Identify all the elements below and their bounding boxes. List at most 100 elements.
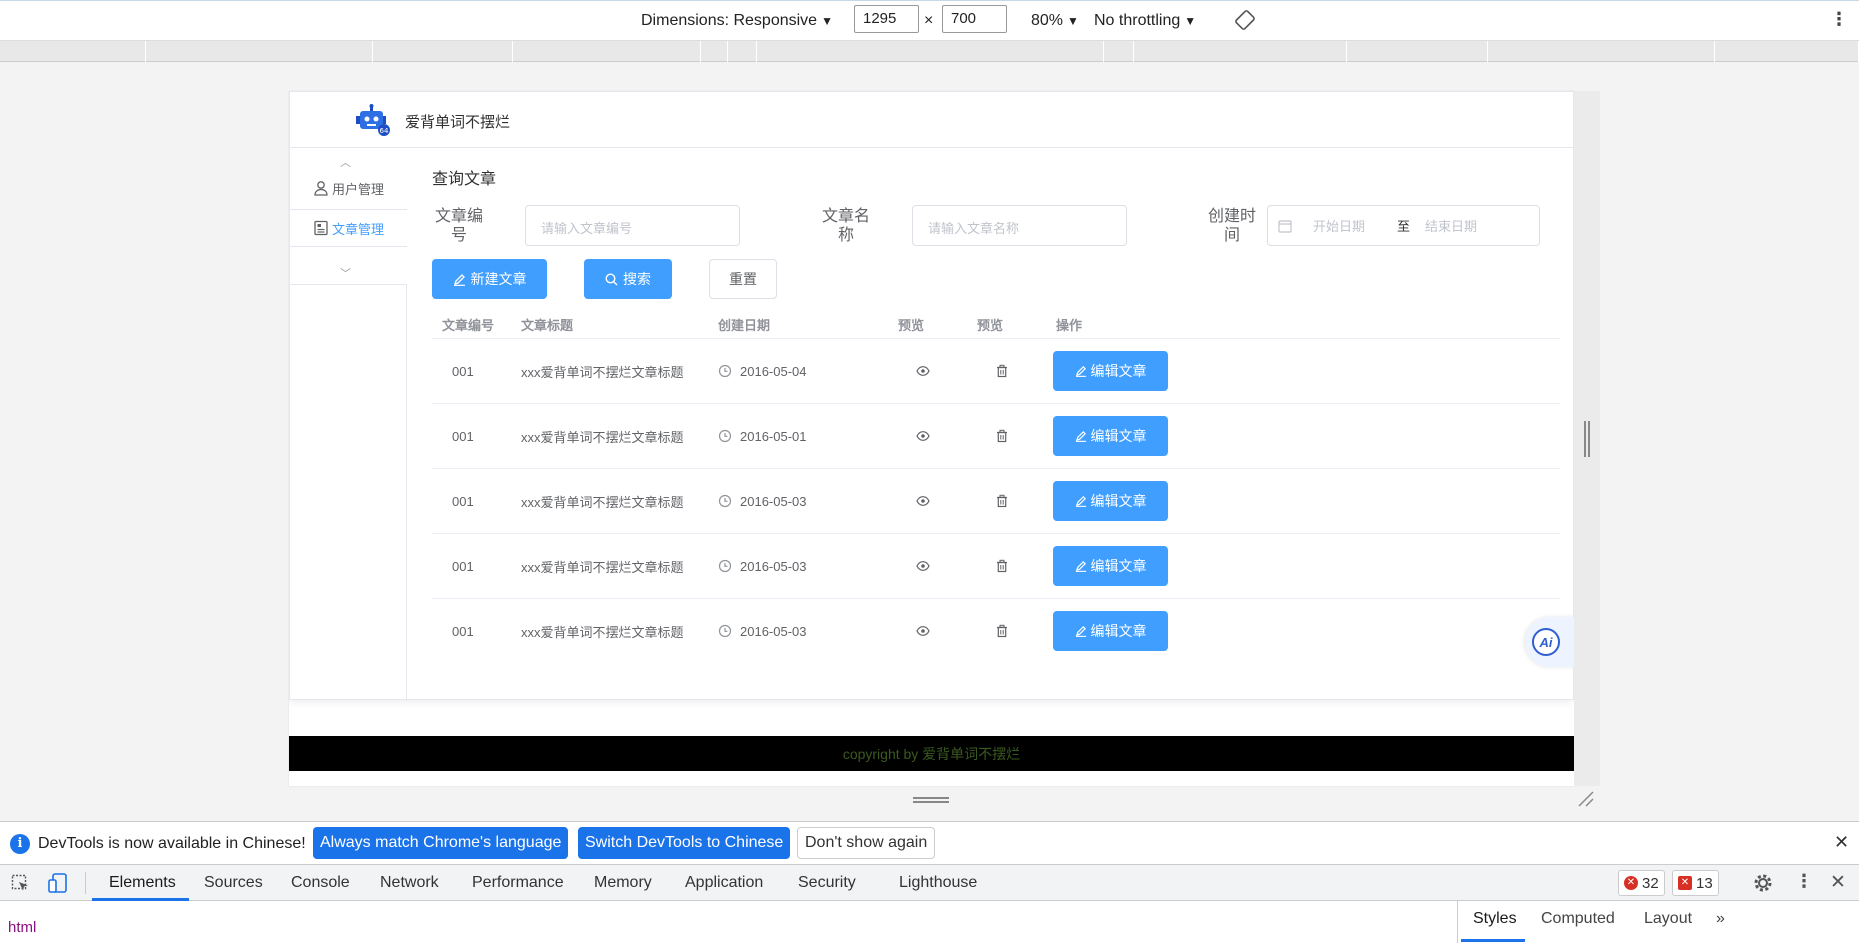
date-text: 2016-05-03 — [740, 493, 807, 509]
cell-article-no: 001 — [452, 428, 474, 444]
edit-article-label: 编辑文章 — [1090, 623, 1147, 639]
scroll-down-icon[interactable]: ﹀ — [340, 265, 351, 281]
search-button[interactable]: 搜索 — [584, 259, 672, 299]
preview-eye-icon[interactable] — [916, 339, 930, 403]
search-icon — [605, 272, 618, 286]
dimensions-dropdown[interactable]: Dimensions: Responsive ▼ — [641, 12, 833, 30]
more-tabs-icon[interactable]: » — [1716, 910, 1725, 928]
preview-eye-icon[interactable] — [916, 469, 930, 533]
date-text: 2016-05-03 — [740, 558, 807, 574]
robot-logo-icon: 64 — [356, 104, 390, 136]
cell-article-no: 001 — [452, 558, 474, 574]
tab-application[interactable]: Application — [685, 874, 763, 892]
device-toggle-icon[interactable] — [47, 872, 69, 894]
tab-security[interactable]: Security — [798, 874, 856, 892]
right-resize-gutter[interactable] — [1574, 91, 1600, 786]
delete-trash-icon[interactable] — [995, 469, 1009, 533]
settings-gear-icon[interactable] — [1752, 872, 1774, 894]
cell-article-no: 001 — [452, 363, 474, 379]
date-text: 2016-05-03 — [740, 623, 807, 639]
clock-icon — [718, 429, 732, 443]
delete-trash-icon[interactable] — [995, 599, 1009, 663]
preview-eye-icon[interactable] — [916, 599, 930, 663]
edit-icon — [453, 273, 466, 286]
devtools-tabbar: Elements Sources Console Network Perform… — [0, 864, 1859, 901]
reset-button[interactable]: 重置 — [709, 259, 777, 299]
cell-created-date: 2016-05-03 — [718, 469, 807, 533]
emulated-viewport: 64 爱背单词不摆烂 ︿ 用户管理 文章管理 ﹀ 查询文章 文章编号 请输入文章… — [289, 91, 1574, 786]
edit-article-button[interactable]: 编辑文章 — [1053, 481, 1168, 521]
throttling-dropdown[interactable]: No throttling ▼ — [1094, 12, 1196, 30]
cell-created-date: 2016-05-01 — [718, 404, 807, 468]
tab-memory[interactable]: Memory — [594, 874, 652, 892]
tab-lighthouse[interactable]: Lighthouse — [899, 874, 977, 892]
sidebar-item-users[interactable]: 用户管理 — [290, 169, 407, 207]
scroll-up-icon[interactable]: ︿ — [340, 154, 351, 170]
bottom-resize-handle[interactable] — [913, 797, 949, 803]
start-date-input[interactable]: 开始日期 — [1313, 216, 1393, 235]
error-count-badge[interactable]: ✕ 32 — [1618, 870, 1665, 896]
cell-article-title: xxx爱背单词不摆烂文章标题 — [521, 559, 684, 575]
table-row: 001 xxx爱背单词不摆烂文章标题 2016-05-03 编辑文章 — [432, 468, 1560, 533]
infobar-message: DevTools is now available in Chinese! — [38, 835, 306, 852]
switch-language-button[interactable]: Switch DevTools to Chinese — [578, 827, 791, 859]
article-no-input[interactable]: 请输入文章编号 — [525, 205, 740, 246]
media-query-ruler[interactable] — [0, 40, 1859, 63]
corner-resize-handle[interactable] — [1577, 790, 1595, 808]
edit-article-label: 编辑文章 — [1090, 493, 1147, 509]
ai-assistant-button[interactable]: Ai — [1525, 617, 1574, 667]
viewport-height-input[interactable]: 700 — [942, 5, 1007, 33]
edit-article-button[interactable]: 编辑文章 — [1053, 351, 1168, 391]
date-range-picker[interactable]: 开始日期 至 结束日期 — [1267, 205, 1540, 246]
dont-show-button[interactable]: Don't show again — [797, 827, 936, 859]
cell-created-date: 2016-05-04 — [718, 339, 807, 403]
search-label: 搜索 — [623, 271, 651, 287]
edit-article-button[interactable]: 编辑文章 — [1053, 611, 1168, 651]
tab-layout[interactable]: Layout — [1644, 910, 1692, 928]
new-article-label: 新建文章 — [470, 271, 527, 287]
edit-article-button[interactable]: 编辑文章 — [1053, 546, 1168, 586]
tab-sources[interactable]: Sources — [204, 874, 263, 892]
table-row: 001 xxx爱背单词不摆烂文章标题 2016-05-01 编辑文章 — [432, 403, 1560, 468]
user-icon — [313, 180, 329, 196]
tab-styles[interactable]: Styles — [1473, 910, 1517, 928]
edit-icon — [1075, 430, 1087, 442]
column-header: 操作 — [1056, 318, 1083, 333]
app-brand: 爱背单词不摆烂 — [405, 114, 511, 131]
edit-article-button[interactable]: 编辑文章 — [1053, 416, 1168, 456]
active-subtab-indicator — [1461, 939, 1525, 942]
tab-console[interactable]: Console — [291, 874, 350, 892]
issue-count-badge[interactable]: ✕ 13 — [1672, 870, 1719, 896]
preview-eye-icon[interactable] — [916, 534, 930, 598]
breadcrumb-html[interactable]: html — [8, 919, 36, 936]
close-infobar-icon[interactable]: ✕ — [1834, 832, 1849, 853]
elements-breadcrumb-area: html — [0, 901, 1458, 943]
viewport-width-input[interactable]: 1295 — [854, 5, 919, 33]
rotate-icon[interactable] — [1234, 9, 1256, 31]
delete-trash-icon[interactable] — [995, 339, 1009, 403]
created-time-label: 创建时间 — [1207, 208, 1256, 244]
sidebar-item-label: 用户管理 — [332, 181, 385, 197]
sidebar-item-articles[interactable]: 文章管理 — [290, 209, 407, 247]
main-content: 查询文章 文章编号 请输入文章编号 文章名称 请输入文章名称 创建时间 开始日期… — [407, 148, 1574, 701]
column-header: 创建日期 — [718, 318, 771, 333]
inspect-element-icon[interactable] — [11, 874, 31, 894]
delete-trash-icon[interactable] — [995, 534, 1009, 598]
more-options-icon[interactable]: ⋮ — [1830, 9, 1848, 30]
sidebar-menu: ︿ 用户管理 文章管理 ﹀ — [290, 148, 407, 285]
ai-badge-text: Ai — [1539, 635, 1553, 650]
tab-performance[interactable]: Performance — [472, 874, 564, 892]
tab-network[interactable]: Network — [380, 874, 439, 892]
date-text: 2016-05-01 — [740, 428, 807, 444]
article-name-input[interactable]: 请输入文章名称 — [912, 205, 1127, 246]
preview-eye-icon[interactable] — [916, 404, 930, 468]
end-date-input[interactable]: 结束日期 — [1425, 216, 1477, 235]
zoom-dropdown[interactable]: 80% ▼ — [1031, 12, 1079, 30]
devtools-menu-icon[interactable]: ⋮ — [1795, 871, 1813, 892]
close-devtools-icon[interactable]: ✕ — [1830, 871, 1846, 894]
tab-computed[interactable]: Computed — [1541, 910, 1615, 928]
match-language-button[interactable]: Always match Chrome's language — [313, 827, 569, 859]
new-article-button[interactable]: 新建文章 — [432, 259, 547, 299]
tab-elements[interactable]: Elements — [109, 874, 176, 892]
delete-trash-icon[interactable] — [995, 404, 1009, 468]
